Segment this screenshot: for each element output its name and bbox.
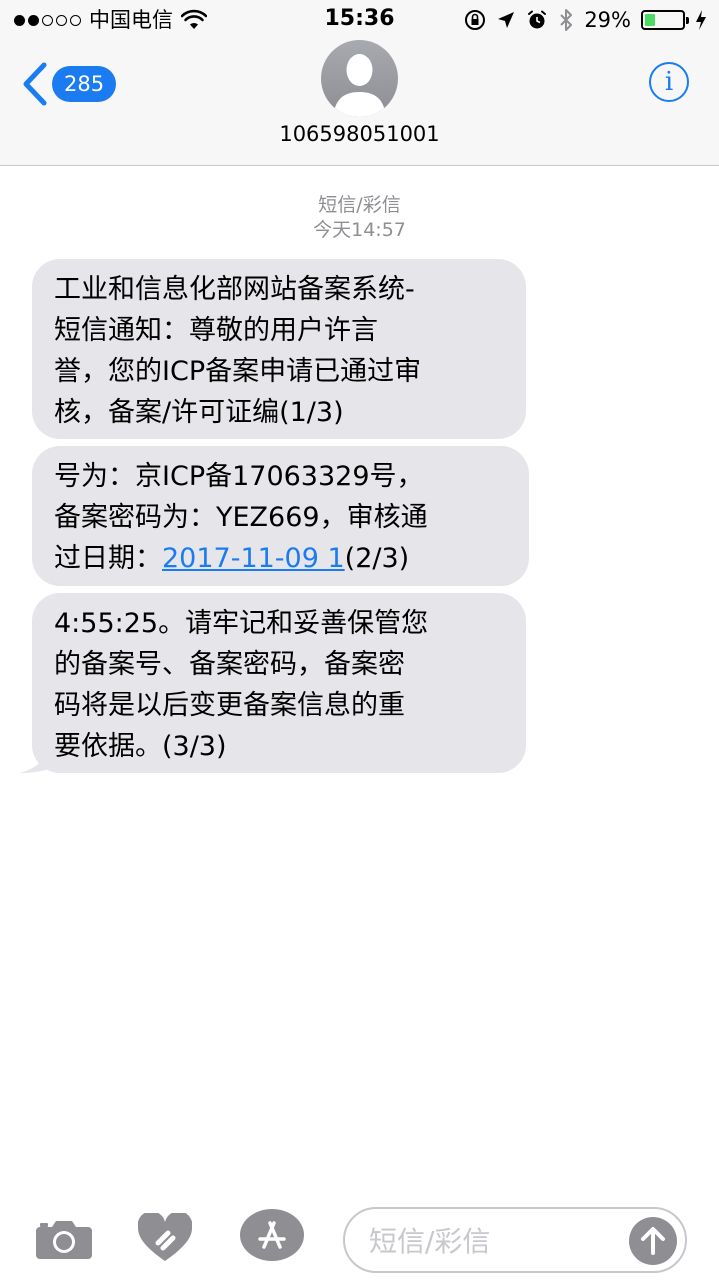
rotation-lock-icon (465, 10, 486, 30)
camera-icon[interactable] (36, 1217, 92, 1259)
info-icon: i (664, 67, 674, 97)
battery-percentage: 29% (584, 8, 631, 32)
battery-fill (645, 14, 655, 26)
date-link[interactable]: 2017-11-09 1 (162, 543, 345, 574)
conversation-header: 285 106598051001 i (0, 40, 719, 166)
message-type-label: 短信/彩信 (318, 194, 401, 216)
message-line: 核，备案/许可证编(1/3) (54, 397, 344, 428)
message-line: 要依据。(3/3) (54, 731, 227, 762)
contact-name[interactable]: 106598051001 (0, 120, 719, 148)
send-button[interactable] (629, 1217, 677, 1265)
alarm-icon (528, 10, 547, 29)
message-line: 4:55:25。请牢记和妥善保管您 (54, 608, 429, 639)
digital-touch-icon[interactable] (138, 1213, 192, 1263)
back-chevron-icon (23, 62, 47, 106)
person-silhouette-icon (333, 54, 386, 117)
message-bubble[interactable]: 工业和信息化部网站备案系统- 短信通知：尊敬的用户许言 誉，您的ICP备案申请已… (32, 259, 526, 439)
bluetooth-icon (560, 9, 573, 31)
message-line: 誉，您的ICP备案申请已通过审 (54, 356, 422, 387)
message-timestamp: 今天14:57 (313, 219, 406, 241)
battery-icon (641, 10, 689, 30)
back-button[interactable]: 285 (22, 62, 117, 106)
unread-count-badge: 285 (52, 66, 117, 102)
message-text: 过日期： (54, 543, 162, 574)
status-bar: 中国电信 15:36 29% (0, 0, 719, 40)
contact-avatar[interactable] (321, 40, 398, 117)
message-line: 码将是以后变更备案信息的重 (54, 690, 405, 721)
status-right: 29% (464, 6, 707, 34)
location-icon (498, 12, 515, 28)
message-line: 的备案号、备案密码，备案密 (54, 649, 405, 680)
message-text: (2/3) (344, 543, 410, 574)
message-input[interactable] (367, 1219, 621, 1263)
message-input-container (343, 1207, 687, 1273)
message-line: 短信通知：尊敬的用户许言 (54, 315, 378, 346)
app-store-icon[interactable] (240, 1209, 304, 1261)
bubble-tail (20, 740, 60, 773)
message-line: 备案密码为：YEZ669，审核通 (54, 502, 428, 533)
send-arrow-icon (641, 1227, 665, 1255)
message-line: 过日期：2017-11-09 1(2/3) (54, 538, 509, 579)
message-bubble[interactable]: 4:55:25。请牢记和妥善保管您 的备案号、备案密码，备案密 码将是以后变更备… (32, 593, 526, 773)
message-bubble[interactable]: 号为：京ICP备17063329号， 备案密码为：YEZ669，审核通 过日期：… (32, 446, 529, 586)
charging-bolt-icon (696, 10, 706, 30)
info-button[interactable]: i (649, 62, 689, 102)
compose-bar (0, 1195, 719, 1280)
message-line: 工业和信息化部网站备案系统- (54, 274, 415, 305)
message-line: 号为：京ICP备17063329号， (54, 461, 424, 492)
